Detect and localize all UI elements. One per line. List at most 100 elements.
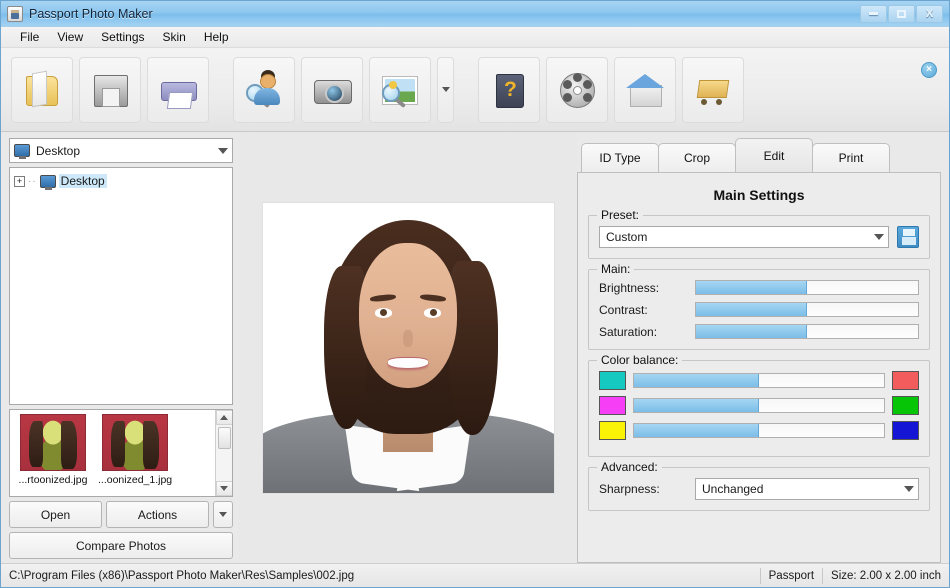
folder-combo[interactable]: Desktop xyxy=(9,138,233,163)
toolbar-store-button[interactable] xyxy=(682,56,744,123)
photo-nose xyxy=(403,330,413,348)
passport-photo-preview[interactable] xyxy=(261,201,555,494)
thumbnail-item[interactable]: ...rtoonized.jpg xyxy=(10,410,92,496)
status-doc-type: Passport xyxy=(768,569,815,582)
monitor-icon xyxy=(14,144,30,159)
menu-bar: File View Settings Skin Help xyxy=(1,27,949,48)
actions-dropdown-button[interactable] xyxy=(213,501,233,528)
color-balance-group: Color balance: xyxy=(588,353,930,457)
magenta-green-row xyxy=(599,396,919,415)
edit-tab-panel: Main Settings Preset: Custom Main: Brigh… xyxy=(577,172,941,563)
page-title: Main Settings xyxy=(713,187,805,203)
toolbar-video-button[interactable] xyxy=(546,56,608,123)
magenta-green-slider[interactable] xyxy=(633,398,885,413)
open-button[interactable]: Open xyxy=(9,501,102,528)
save-floppy-icon xyxy=(88,68,132,112)
toolbar-camera-button[interactable] xyxy=(301,56,363,123)
compare-photos-button[interactable]: Compare Photos xyxy=(9,532,233,559)
compare-row: Compare Photos xyxy=(9,532,233,559)
sharpness-row: Sharpness: Unchanged xyxy=(599,478,919,500)
chevron-down-icon xyxy=(220,486,228,491)
slider-fill xyxy=(696,281,807,294)
preset-row: Custom xyxy=(599,226,919,248)
status-file-path: C:\Program Files (x86)\Passport Photo Ma… xyxy=(9,569,355,582)
main-content: Desktop + ·· Desktop ...rtoonized.jpg ..… xyxy=(1,132,949,563)
red-swatch[interactable] xyxy=(892,371,919,390)
minimize-icon xyxy=(869,12,878,15)
print-icon xyxy=(156,68,200,112)
cyan-red-slider[interactable] xyxy=(633,373,885,388)
close-button[interactable]: X xyxy=(916,4,943,23)
toolbar-close-icon[interactable]: × xyxy=(921,62,937,78)
chevron-down-icon xyxy=(441,87,450,92)
menu-item-view[interactable]: View xyxy=(48,28,92,46)
slider-fill xyxy=(634,374,759,387)
contrast-label: Contrast: xyxy=(599,302,648,317)
toolbar: × xyxy=(1,48,949,132)
sharpness-combo[interactable]: Unchanged xyxy=(695,478,919,500)
tab-crop[interactable]: Crop xyxy=(658,143,736,172)
shopping-cart-icon xyxy=(691,68,735,112)
preset-combo[interactable]: Custom xyxy=(599,226,889,248)
menu-item-file[interactable]: File xyxy=(11,28,48,46)
scroll-track[interactable] xyxy=(215,425,232,481)
yellow-swatch[interactable] xyxy=(599,421,626,440)
photo-hair-right xyxy=(448,260,499,435)
thumbnail-strip[interactable]: ...rtoonized.jpg ...oonized_1.jpg xyxy=(9,409,233,497)
folder-tree[interactable]: + ·· Desktop xyxy=(9,167,233,405)
scroll-down-button[interactable] xyxy=(215,481,232,496)
contrast-slider[interactable] xyxy=(695,302,919,317)
scroll-up-button[interactable] xyxy=(215,410,232,425)
brightness-slider[interactable] xyxy=(695,280,919,295)
thumbnail-label: ...oonized_1.jpg xyxy=(98,474,172,486)
tree-connector: ·· xyxy=(28,175,37,187)
toolbar-help-button[interactable] xyxy=(478,56,540,123)
maximize-button[interactable] xyxy=(888,4,915,23)
photo-mouth xyxy=(387,357,429,368)
window-title: Passport Photo Maker xyxy=(29,6,153,21)
green-swatch[interactable] xyxy=(892,396,919,415)
saturation-slider[interactable] xyxy=(695,324,919,339)
tree-node-desktop[interactable]: + ·· Desktop xyxy=(14,174,228,190)
chevron-down-icon xyxy=(218,147,228,154)
save-preset-icon[interactable] xyxy=(897,226,919,248)
settings-panel: ID Type Crop Edit Print Main Settings Pr… xyxy=(577,132,949,563)
thumbnail-scrollbar[interactable] xyxy=(215,410,232,496)
camera-icon xyxy=(310,68,354,112)
tab-print[interactable]: Print xyxy=(812,143,890,172)
toolbar-print-button[interactable] xyxy=(147,56,209,123)
tree-node-label: Desktop xyxy=(58,174,107,188)
toolbar-save-button[interactable] xyxy=(79,56,141,123)
toolbar-home-button[interactable] xyxy=(614,56,676,123)
main-group: Main: Brightness: Contrast: Saturation: xyxy=(588,262,930,350)
menu-item-skin[interactable]: Skin xyxy=(154,28,195,46)
toolbar-open-button[interactable] xyxy=(11,56,73,123)
toolbar-image-search-dropdown[interactable] xyxy=(437,56,454,123)
menu-item-settings[interactable]: Settings xyxy=(92,28,153,46)
slider-fill xyxy=(634,399,759,412)
brightness-row: Brightness: xyxy=(599,280,919,295)
cyan-swatch[interactable] xyxy=(599,371,626,390)
thumbnail-item[interactable]: ...oonized_1.jpg xyxy=(92,410,174,496)
title-bar: Passport Photo Maker X xyxy=(1,1,949,27)
minimize-button[interactable] xyxy=(860,4,887,23)
toolbar-person-search-button[interactable] xyxy=(233,56,295,123)
menu-item-help[interactable]: Help xyxy=(195,28,238,46)
actions-button[interactable]: Actions xyxy=(106,501,209,528)
yellow-blue-slider[interactable] xyxy=(633,423,885,438)
photo-canvas[interactable] xyxy=(239,132,577,563)
thumbnail-image xyxy=(20,414,86,471)
tab-id-type[interactable]: ID Type xyxy=(581,143,659,172)
advanced-group: Advanced: Sharpness: Unchanged xyxy=(588,460,930,511)
blue-swatch[interactable] xyxy=(892,421,919,440)
chevron-down-icon xyxy=(904,486,914,492)
chevron-down-icon xyxy=(219,512,227,517)
toolbar-image-search-button[interactable] xyxy=(369,56,431,123)
file-actions-row: Open Actions xyxy=(9,501,233,528)
expand-icon[interactable]: + xyxy=(14,175,25,187)
status-bar: C:\Program Files (x86)\Passport Photo Ma… xyxy=(1,563,949,587)
scroll-thumb[interactable] xyxy=(217,427,231,449)
magenta-swatch[interactable] xyxy=(599,396,626,415)
tab-edit[interactable]: Edit xyxy=(735,138,813,172)
slider-fill xyxy=(634,424,759,437)
